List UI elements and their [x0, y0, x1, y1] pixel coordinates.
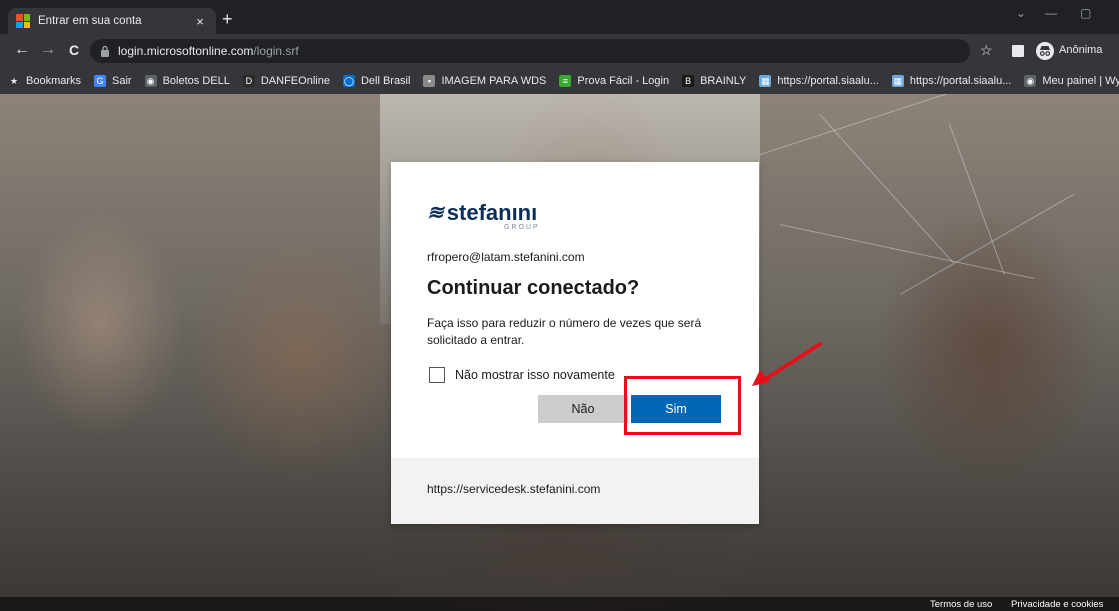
url-path: /login.srf [253, 44, 299, 58]
image-icon: ▪ [423, 75, 436, 87]
bookmarks-bar: ★ Bookmarks G Sair ◉ Boletos DELL D DANFEOnline… [0, 68, 1119, 94]
bookmark-star-icon[interactable]: ☆ [980, 42, 993, 59]
logo-group-text: GROUP [504, 224, 540, 231]
bookmark-label: Meu painel | Wyde... [1042, 75, 1119, 87]
bookmark-label: Boletos DELL [162, 75, 230, 87]
bookmark-item[interactable]: ▦ https://portal.siaalu... [759, 75, 879, 87]
dont-show-again-label[interactable]: Não mostrar isso novamente [455, 368, 615, 382]
portal-icon: ▦ [759, 75, 772, 87]
dont-show-again-row[interactable]: Não mostrar isso novamente [429, 367, 615, 383]
dell-icon: ◯ [342, 75, 355, 87]
background-network-line [760, 94, 989, 155]
bookmark-item[interactable]: D DANFEOnline [242, 75, 330, 87]
servicedesk-url: https://servicedesk.stefanini.com [427, 482, 601, 496]
terms-link[interactable]: Termos de uso [930, 599, 992, 610]
bookmark-item[interactable]: B BRAINLY [682, 75, 746, 87]
dialog-footer: https://servicedesk.stefanini.com [391, 458, 759, 524]
bookmark-label: Bookmarks [26, 75, 82, 87]
bookmark-label: DANFEOnline [260, 75, 330, 87]
browser-toolbar: ← → C login.microsoftonline.com/login.sr… [0, 34, 1119, 68]
tab-search-icon[interactable]: ⌄ [1016, 6, 1026, 20]
bookmark-item[interactable]: ◉ Meu painel | Wyde... [1024, 75, 1119, 87]
page-footer-bar: Termos de uso Privacidade e cookies [0, 597, 1119, 611]
bookmark-item[interactable]: ≡ Prova Fácil - Login [559, 75, 669, 87]
address-bar[interactable]: login.microsoftonline.com/login.srf [90, 39, 970, 63]
bookmark-label: IMAGEM PARA WDS [441, 75, 547, 87]
list-icon: ≡ [559, 75, 572, 87]
incognito-icon[interactable] [1036, 42, 1054, 60]
reload-icon[interactable]: C [64, 42, 84, 58]
globe-icon: ◉ [1024, 75, 1037, 87]
forward-icon[interactable]: → [38, 41, 58, 59]
logo-wordmark: stefanını [446, 200, 538, 225]
google-icon: G [94, 75, 107, 87]
bookmark-label: Dell Brasil [360, 75, 411, 87]
account-email: rfropero@latam.stefanini.com [427, 250, 585, 264]
browser-window: Entrar em sua conta × + ⌄ — ▢ ← → C logi… [0, 0, 1119, 611]
bookmark-item[interactable]: ▦ https://portal.siaalu... [891, 75, 1012, 87]
stay-signed-in-dialog: ≋ stefanını GROUP rfropero@latam.stefani… [391, 162, 759, 524]
microsoft-logo-icon [16, 14, 30, 28]
stefanini-logo: ≋ stefanını [427, 200, 538, 225]
tab-strip: Entrar em sua conta × + ⌄ — ▢ [0, 0, 1119, 34]
url-host: login.microsoftonline.com [118, 44, 254, 58]
minimize-icon[interactable]: — [1045, 6, 1057, 20]
bookmark-label: https://portal.siaalu... [777, 75, 879, 87]
new-tab-button[interactable]: + [222, 10, 233, 28]
background-network-line [900, 194, 1074, 295]
d-icon: D [242, 75, 255, 87]
privacy-link[interactable]: Privacidade e cookies [1011, 599, 1103, 610]
background-network-line [949, 124, 1005, 275]
tab-entrar-em-sua-conta[interactable]: Entrar em sua conta × [8, 8, 216, 34]
star-icon: ★ [9, 76, 19, 86]
lock-icon [101, 45, 109, 57]
globe-icon: ◉ [144, 75, 157, 87]
tab-close-icon[interactable]: × [192, 14, 208, 29]
bookmark-label: Prova Fácil - Login [577, 75, 670, 87]
no-button[interactable]: Não [538, 395, 628, 423]
portal-icon: ▦ [891, 75, 904, 87]
tab-title: Entrar em sua conta [38, 15, 142, 27]
red-highlight-box [624, 376, 741, 435]
dialog-title: Continuar conectado? [427, 277, 640, 299]
bookmark-label: https://portal.siaalu... [909, 75, 1012, 87]
red-arrow-icon [752, 342, 822, 386]
bookmark-item[interactable]: ★ Bookmarks [8, 75, 81, 87]
dialog-description: Faça isso para reduzir o número de vezes… [427, 316, 702, 347]
side-panel-icon[interactable] [1012, 45, 1024, 57]
bookmark-item[interactable]: ◉ Boletos DELL [144, 75, 230, 87]
brainly-icon: B [682, 75, 695, 87]
bookmark-item[interactable]: ▪ IMAGEM PARA WDS [423, 75, 546, 87]
background-network-line [819, 114, 954, 264]
bookmark-label: Sair [112, 75, 132, 87]
back-icon[interactable]: ← [12, 41, 32, 59]
profile-label[interactable]: Anônima [1059, 44, 1102, 56]
bookmark-item[interactable]: G Sair [94, 75, 132, 87]
incognito-glyph-icon [1039, 46, 1051, 56]
bookmark-item[interactable]: ◯ Dell Brasil [342, 75, 411, 87]
stefanini-mark-icon: ≋ [427, 202, 444, 224]
restore-icon[interactable]: ▢ [1080, 6, 1091, 20]
dont-show-again-checkbox[interactable] [429, 367, 445, 383]
bookmark-label: BRAINLY [700, 75, 747, 87]
